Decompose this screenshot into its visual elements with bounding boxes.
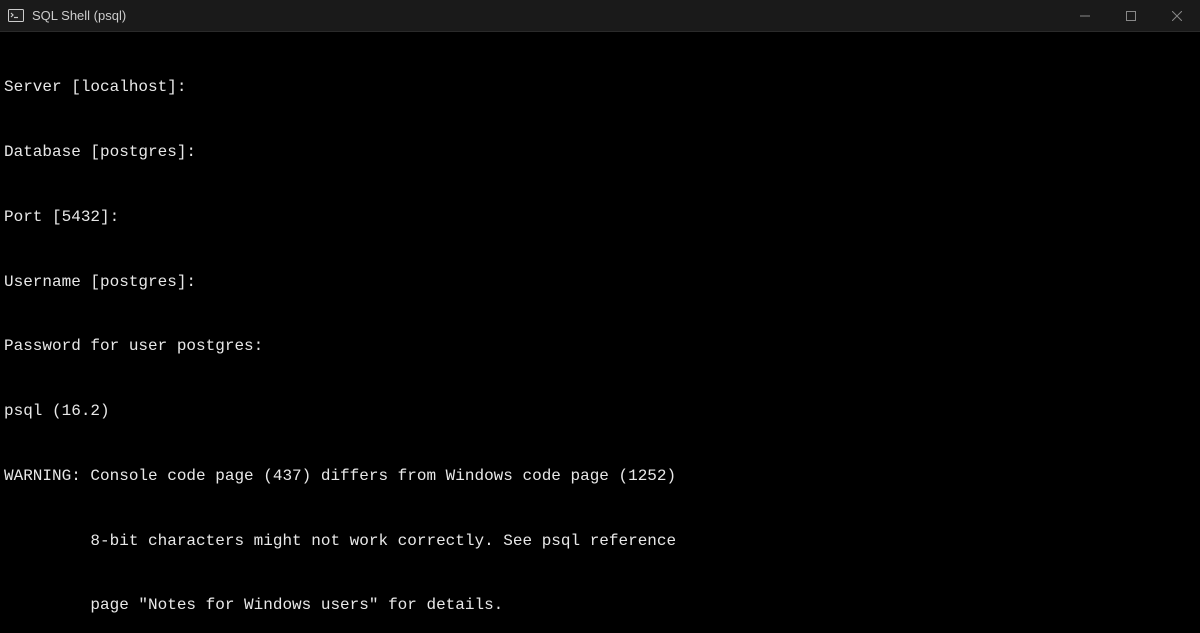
terminal-line: psql (16.2) [4, 401, 1196, 423]
terminal-line: Server [localhost]: [4, 77, 1196, 99]
terminal-line: 8-bit characters might not work correctl… [4, 531, 1196, 553]
terminal-line: WARNING: Console code page (437) differs… [4, 466, 1196, 488]
terminal-line: Port [5432]: [4, 207, 1196, 229]
minimize-button[interactable] [1062, 0, 1108, 32]
window: SQL Shell (psql) Server [localhost]: Dat… [0, 0, 1200, 633]
titlebar-left: SQL Shell (psql) [8, 8, 126, 24]
window-controls [1062, 0, 1200, 31]
terminal-icon [8, 8, 24, 24]
terminal-line: Database [postgres]: [4, 142, 1196, 164]
maximize-button[interactable] [1108, 0, 1154, 32]
window-title: SQL Shell (psql) [32, 8, 126, 23]
terminal-line: Password for user postgres: [4, 336, 1196, 358]
close-button[interactable] [1154, 0, 1200, 32]
terminal-output[interactable]: Server [localhost]: Database [postgres]:… [0, 32, 1200, 633]
titlebar[interactable]: SQL Shell (psql) [0, 0, 1200, 32]
terminal-line: page "Notes for Windows users" for detai… [4, 595, 1196, 617]
terminal-line: Username [postgres]: [4, 272, 1196, 294]
